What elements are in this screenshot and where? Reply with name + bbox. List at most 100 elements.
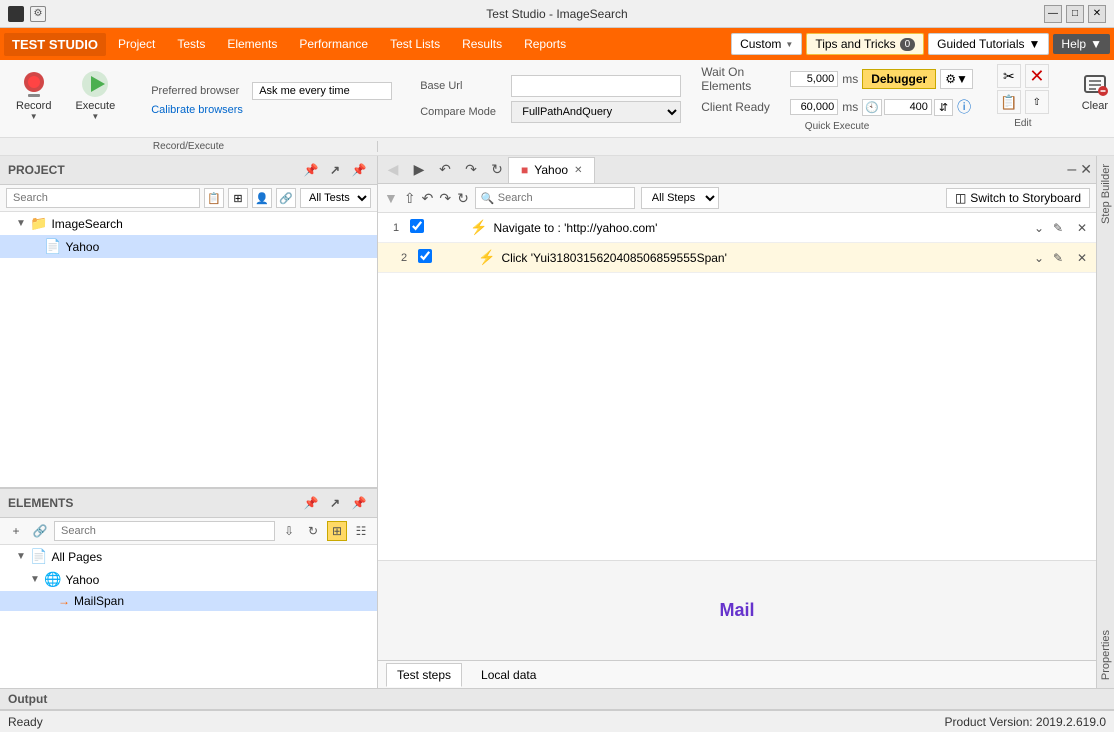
- wait-elements-input[interactable]: [790, 71, 838, 87]
- step-checkbox-2[interactable]: [418, 249, 438, 266]
- project-more-button[interactable]: 📌: [349, 160, 369, 180]
- elements-more-button[interactable]: 📌: [349, 493, 369, 513]
- timeout-expand[interactable]: ⇵: [934, 99, 953, 116]
- tab-minimize-button[interactable]: ‒: [1067, 161, 1076, 179]
- step-refresh-btn[interactable]: ↻: [457, 190, 469, 207]
- timeout-icon[interactable]: 🕙: [862, 99, 882, 116]
- calibrate-link[interactable]: Calibrate browsers: [151, 104, 243, 116]
- footer-tab-teststeps[interactable]: Test steps: [386, 663, 462, 687]
- compare-mode-row: Compare Mode FullPathAndQuery: [420, 101, 681, 123]
- menu-item-elements[interactable]: Elements: [217, 33, 287, 55]
- step-edit-1[interactable]: ✎: [1048, 218, 1068, 238]
- title-bar: ⚙ Test Studio - ImageSearch — □ ✕: [0, 0, 1114, 28]
- minimize-button[interactable]: —: [1044, 5, 1062, 23]
- record-button[interactable]: Record ▼: [8, 64, 59, 133]
- project-expand-button[interactable]: ↗: [325, 160, 345, 180]
- delete-button[interactable]: ✕: [1025, 64, 1049, 88]
- step-undo-btn[interactable]: ↶: [422, 190, 434, 207]
- table-row: 1 ⚡ Navigate to : 'http://yahoo.com' ⌄ ✎…: [378, 213, 1096, 243]
- step-delete-2[interactable]: ✕: [1072, 248, 1092, 268]
- project-filter-dropdown[interactable]: All Tests: [300, 188, 371, 208]
- execute-icon: [79, 68, 111, 100]
- debugger-gear-button[interactable]: ⚙▼: [940, 69, 973, 89]
- nav-back-button[interactable]: ◀: [382, 159, 404, 181]
- step-up-button[interactable]: ⇧: [404, 190, 416, 207]
- close-button[interactable]: ✕: [1088, 5, 1106, 23]
- guided-tutorials-button[interactable]: Guided Tutorials ▼: [928, 33, 1049, 55]
- tree-item-imagesearch[interactable]: ▼ 📁 ImageSearch: [0, 212, 377, 235]
- project-add-button[interactable]: 📋: [204, 188, 224, 208]
- elements-grid-button[interactable]: ⊞: [327, 521, 347, 541]
- storyboard-button[interactable]: ◫ Switch to Storyboard: [946, 188, 1090, 208]
- elements-pin-button[interactable]: 📌: [301, 493, 321, 513]
- menu-item-performance[interactable]: Performance: [289, 33, 378, 55]
- step-checkbox-1[interactable]: [410, 219, 430, 236]
- project-search-input[interactable]: [6, 188, 200, 208]
- output-bar: Output: [0, 688, 1114, 710]
- step-expand-2[interactable]: ⌄: [1034, 251, 1044, 265]
- client-ready-ms: ms: [842, 100, 858, 114]
- tips-tricks-button[interactable]: Tips and Tricks 0: [806, 33, 924, 55]
- custom-dropdown[interactable]: Custom ▼: [731, 33, 802, 55]
- compare-mode-select[interactable]: FullPathAndQuery: [511, 101, 681, 123]
- project-user-button[interactable]: 👤: [252, 188, 272, 208]
- tree-label-yahoo-el: Yahoo: [65, 573, 99, 587]
- nav-redo-button[interactable]: ↷: [460, 159, 482, 181]
- menu-item-testlists[interactable]: Test Lists: [380, 33, 450, 55]
- step-redo-btn[interactable]: ↷: [439, 190, 451, 207]
- properties-label[interactable]: Properties: [1098, 622, 1114, 688]
- elements-import-button[interactable]: ⇩: [279, 521, 299, 541]
- project-grid-button[interactable]: ⊞: [228, 188, 248, 208]
- elements-list-button[interactable]: ☷: [351, 521, 371, 541]
- step-delete-1[interactable]: ✕: [1072, 218, 1092, 238]
- elements-search-input[interactable]: [54, 521, 275, 541]
- project-link-button[interactable]: 🔗: [276, 188, 296, 208]
- step-expand-1[interactable]: ⌄: [1034, 221, 1044, 235]
- timeout-input[interactable]: [884, 99, 932, 115]
- export-button[interactable]: ⇧: [1025, 90, 1049, 114]
- browser-dropdown[interactable]: Ask me every time: [252, 82, 392, 100]
- menu-item-tests[interactable]: Tests: [167, 33, 215, 55]
- nav-forward-button[interactable]: ▶: [408, 159, 430, 181]
- menu-item-results[interactable]: Results: [452, 33, 512, 55]
- info-icon[interactable]: ⓘ: [957, 97, 971, 117]
- copy-button[interactable]: 📋: [997, 90, 1021, 114]
- tree-item-yahoo[interactable]: 📄 Yahoo: [0, 235, 377, 258]
- tab-close-button[interactable]: ✕: [574, 165, 582, 176]
- nav-undo-button[interactable]: ↶: [434, 159, 456, 181]
- debugger-button[interactable]: Debugger: [862, 69, 936, 89]
- app-icon2: ⚙: [30, 6, 46, 22]
- step-search-input[interactable]: [475, 187, 635, 209]
- scissors-button[interactable]: ✂: [997, 64, 1021, 88]
- client-ready-row: Client Ready ms 🕙 ⇵ ⓘ: [701, 97, 973, 117]
- step-actions-1: ⌄ ✎ ✕: [1034, 218, 1092, 238]
- tree-item-yahoo-el[interactable]: ▼ 🌐 Yahoo: [0, 568, 377, 591]
- status-text: Ready: [8, 715, 43, 729]
- step-builder-label[interactable]: Step Builder: [1098, 156, 1114, 232]
- elements-expand-button[interactable]: ↗: [325, 493, 345, 513]
- link-element-button[interactable]: 🔗: [30, 521, 50, 541]
- execute-button[interactable]: Execute ▼: [67, 64, 123, 133]
- elements-refresh-button[interactable]: ↻: [303, 521, 323, 541]
- add-element-button[interactable]: +: [6, 521, 26, 541]
- step-edit-2[interactable]: ✎: [1048, 248, 1068, 268]
- clear-button[interactable]: Clear: [1073, 64, 1114, 133]
- menu-item-project[interactable]: Project: [108, 33, 165, 55]
- expand-arrow3: ▼: [16, 551, 26, 562]
- yahoo-tab[interactable]: ■ Yahoo ✕: [508, 157, 595, 183]
- nav-refresh-button[interactable]: ↻: [486, 159, 508, 181]
- project-pin-button[interactable]: 📌: [301, 160, 321, 180]
- maximize-button[interactable]: □: [1066, 5, 1084, 23]
- preferred-browser-row: Preferred browser Ask me every time: [151, 82, 392, 100]
- help-button[interactable]: Help ▼: [1053, 34, 1110, 54]
- menu-item-reports[interactable]: Reports: [514, 33, 576, 55]
- tree-item-allpages[interactable]: ▼ 📄 All Pages: [0, 545, 377, 568]
- custom-dropdown-arrow: ▼: [785, 40, 793, 49]
- base-url-input[interactable]: [511, 75, 681, 97]
- clear-label: Clear: [1082, 100, 1108, 112]
- step-filter-dropdown[interactable]: All Steps: [641, 187, 719, 209]
- tab-close-all-button[interactable]: ✕: [1080, 161, 1092, 178]
- client-ready-input[interactable]: [790, 99, 838, 115]
- tree-item-mailspan[interactable]: → MailSpan: [0, 591, 377, 611]
- footer-tab-localdata[interactable]: Local data: [470, 663, 547, 687]
